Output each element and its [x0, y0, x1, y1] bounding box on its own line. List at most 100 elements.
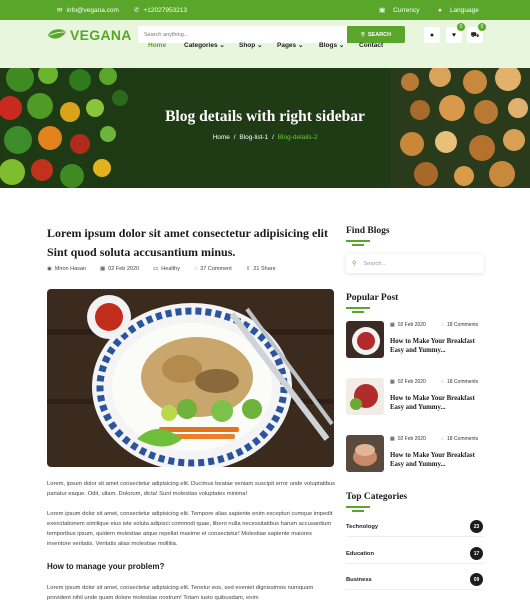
- post-category-text: Healthy: [161, 266, 180, 272]
- popular-post-item[interactable]: ▦ 02 Feb 2020 ◌ 18 Comments How to Make Yo…: [346, 378, 484, 418]
- post-paragraph-1: Lorem, ipsum dolor sit amet consectetur …: [47, 481, 336, 497]
- category-count-badge: 23: [470, 520, 483, 533]
- nav-pages[interactable]: Pages ⌄: [277, 22, 303, 70]
- user-icon: ◉: [47, 266, 52, 272]
- calendar-icon: ▦: [390, 436, 395, 442]
- nav-home[interactable]: Home: [148, 22, 166, 70]
- post-paragraph-2: Lorem ipsum dolor sit amet, consectetur …: [47, 511, 333, 547]
- comment-icon: ◌: [193, 266, 198, 272]
- find-blogs-title: Find Blogs: [346, 226, 390, 236]
- post-meta: ◉ Miron Hasan ▦ 02 Feb 2020 ▭ Healthy ◌ 37 C…: [47, 266, 276, 272]
- title-underline: [352, 244, 364, 246]
- category-count-badge: 09: [470, 573, 483, 586]
- category-name: Technology: [346, 523, 379, 530]
- share-icon: ⇪: [245, 266, 251, 272]
- post-shares-text: 21 Share: [253, 266, 276, 272]
- phone-text: +12027953213: [143, 6, 188, 14]
- search-icon: ⚲: [352, 260, 357, 267]
- logo-text: VEGANA: [70, 27, 132, 43]
- comment-icon: ◌: [441, 379, 444, 385]
- post-author-text: Miron Hasan: [54, 266, 86, 272]
- popular-post-date-text: 02 Feb 2020: [397, 436, 426, 442]
- wishlist-button[interactable]: ♥ 0: [446, 23, 465, 43]
- post-paragraph-3: Lorem ipsum dolor sit amet, consectetur …: [47, 585, 314, 601]
- breadcrumb-separator: /: [233, 134, 236, 141]
- logo[interactable]: VEGANA: [47, 27, 132, 43]
- language-selector[interactable]: ● Language: [438, 0, 479, 20]
- email-contact[interactable]: ✉ info@vegana.com: [57, 0, 119, 20]
- category-name: Education: [346, 550, 375, 557]
- nav-categories[interactable]: Categories ⌄: [184, 22, 225, 70]
- cart-button[interactable]: ⛟ 0: [467, 23, 486, 43]
- phone-contact[interactable]: ✆ +12027953213: [134, 0, 187, 20]
- post-subheading: How to manage your problem?: [47, 562, 165, 571]
- breadcrumb-home[interactable]: Home: [213, 134, 230, 141]
- sidebar-search-placeholder: Search...: [363, 260, 387, 267]
- breadcrumb: Home / Blog-list-1 / Blog-details-2: [0, 134, 530, 141]
- popular-post-comments-text: 18 Comments: [446, 322, 479, 328]
- wishlist-count-badge: 0: [457, 23, 465, 31]
- top-bar: ✉ info@vegana.com ✆ +12027953213 ▣ Curre…: [0, 0, 530, 20]
- popular-post-title-text[interactable]: How to Make Your Breakfast Easy and Yumm…: [390, 394, 486, 412]
- sidebar-search[interactable]: ⚲ Search...: [346, 254, 484, 273]
- popular-post-date: ▦ 02 Feb 2020: [390, 379, 426, 385]
- vegetables-image: [0, 68, 140, 188]
- category-item[interactable]: Business 09: [346, 570, 484, 590]
- currency-icon: ▣: [379, 7, 386, 14]
- title-underline: [352, 510, 364, 512]
- currency-label: Currency: [393, 6, 420, 14]
- nav-blogs[interactable]: Blogs ⌄: [319, 22, 344, 70]
- title-underline: [346, 307, 370, 309]
- currency-selector[interactable]: ▣ Currency: [379, 0, 420, 20]
- header: VEGANA ⚲ SEARCH ● ♥ 0 ⛟ 0 Home Categorie…: [0, 20, 530, 68]
- nav-shop[interactable]: Shop ⌄: [239, 22, 263, 70]
- post-date-text: 02 Feb 2020: [108, 266, 140, 272]
- page-banner: Blog details with right sidebar Home / B…: [0, 68, 530, 188]
- top-categories-title: Top Categories: [346, 492, 408, 502]
- post-shares[interactable]: ⇪ 21 Share: [246, 266, 276, 272]
- title-underline: [352, 311, 364, 313]
- page-title: Blog details with right sidebar: [165, 108, 365, 125]
- post-date: ▦ 02 Feb 2020: [100, 266, 139, 272]
- popular-post-title-text[interactable]: How to Make Your Breakfast Easy and Yumm…: [390, 451, 486, 469]
- heart-icon: ♥: [451, 31, 457, 39]
- popular-post-comments-text: 18 Comments: [446, 436, 479, 442]
- folder-icon: ▭: [153, 266, 159, 272]
- category-item[interactable]: Technology 23: [346, 517, 484, 537]
- cart-count-badge: 0: [478, 23, 486, 31]
- breadcrumb-separator: /: [272, 134, 274, 141]
- post-category[interactable]: ▭ Healthy: [153, 266, 180, 272]
- popular-post-title-text[interactable]: How to Make Your Breakfast Easy and Yumm…: [390, 337, 486, 355]
- post-comments[interactable]: ◌ 37 Comment: [194, 266, 232, 272]
- nav-contact[interactable]: Contact: [359, 22, 383, 70]
- popular-post-item[interactable]: ▦ 02 Feb 2020 ◌ 18 Comments How to Make Yo…: [346, 435, 484, 475]
- user-icon: ●: [429, 31, 435, 39]
- calendar-icon: ▦: [100, 266, 106, 272]
- cart-icon: ⛟: [470, 31, 480, 39]
- category-item[interactable]: Education 17: [346, 544, 484, 564]
- category-name: Business: [346, 576, 372, 583]
- popular-post-date-text: 02 Feb 2020: [397, 379, 426, 385]
- popular-post-comments: ◌ 18 Comments: [441, 322, 478, 328]
- popular-post-comments: ◌ 18 Comments: [441, 379, 478, 385]
- comment-icon: ◌: [441, 436, 444, 442]
- post-author[interactable]: ◉ Miron Hasan: [47, 266, 86, 272]
- post-comments-text: 37 Comment: [200, 266, 232, 272]
- title-underline: [346, 506, 370, 508]
- leaf-logo-icon: [48, 29, 66, 39]
- post-title: Lorem ipsum dolor sit amet consectetur a…: [47, 226, 328, 259]
- popular-post-thumbnail: [346, 321, 384, 358]
- popular-post-comments: ◌ 18 Comments: [441, 436, 478, 442]
- popular-post-date-text: 02 Feb 2020: [397, 322, 426, 328]
- pastries-image: [390, 68, 530, 188]
- language-label: Language: [449, 6, 479, 14]
- popular-post-date: ▦ 02 Feb 2020: [390, 436, 426, 442]
- calendar-icon: ▦: [390, 322, 395, 328]
- comment-icon: ◌: [441, 322, 444, 328]
- globe-icon: ●: [438, 6, 442, 14]
- breadcrumb-blog-list[interactable]: Blog-list-1: [239, 134, 268, 141]
- post-featured-image: [47, 289, 334, 467]
- user-button[interactable]: ●: [424, 27, 440, 43]
- category-count-badge: 17: [470, 547, 483, 560]
- popular-post-item[interactable]: ▦ 02 Feb 2020 ◌ 18 Comments How to Make Yo…: [346, 321, 484, 361]
